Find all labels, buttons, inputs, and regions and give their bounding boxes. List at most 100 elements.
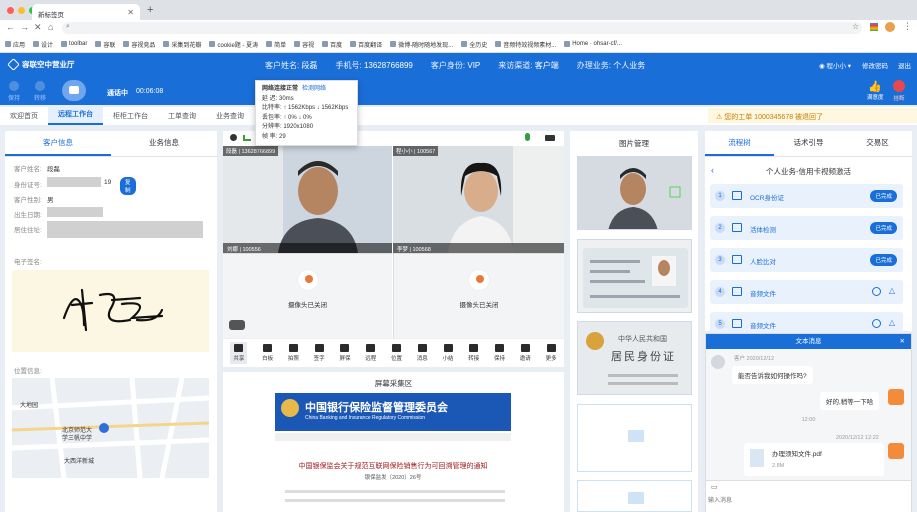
process-step[interactable]: 1 OCR身份证 已完成 xyxy=(710,184,903,208)
bookmark-item[interactable]: 容视 xyxy=(294,40,314,49)
tool-button[interactable]: 签字 xyxy=(314,344,325,362)
tool-button[interactable]: 共享 xyxy=(230,342,248,364)
tool-button[interactable]: 白板 xyxy=(262,344,273,362)
hangup-button[interactable]: 挂断 xyxy=(893,80,905,102)
forward-icon[interactable]: → xyxy=(20,22,29,32)
bookmark-icon xyxy=(5,41,11,47)
label: 客户姓名: xyxy=(265,61,300,70)
info-icon[interactable] xyxy=(230,134,237,141)
video-customer[interactable]: 程小小 | 100567 李梦 | 100568 xyxy=(393,146,564,253)
microphone-icon[interactable] xyxy=(525,133,530,141)
image-thumbnail-id-back[interactable]: 中华人民共和国 居民身份证 xyxy=(577,321,692,395)
tab-trade-area[interactable]: 交易区 xyxy=(843,131,912,156)
tool-button[interactable]: 邀请 xyxy=(520,344,531,362)
satisfaction-button[interactable]: 👍 满意度 xyxy=(867,80,884,101)
tab-business-info[interactable]: 业务信息 xyxy=(111,131,217,156)
tool-button[interactable]: 远程 xyxy=(365,344,376,362)
tool-button[interactable]: 消息 xyxy=(417,344,428,362)
minimize-window-dot[interactable] xyxy=(18,7,25,14)
workspace-tab[interactable]: 业务查询 xyxy=(206,111,254,125)
agent-avatar xyxy=(888,443,904,459)
tool-button[interactable]: 位置 xyxy=(391,344,402,362)
tool-button[interactable]: 屏保 xyxy=(339,344,350,362)
video-slot-camera-off[interactable]: 摄像头已关闭 xyxy=(223,253,392,338)
hold-button[interactable]: 保持 xyxy=(8,81,20,102)
star-icon[interactable]: ☆ xyxy=(852,22,859,31)
tool-button[interactable]: 小结 xyxy=(443,344,454,362)
tab-customer-info[interactable]: 客户信息 xyxy=(5,131,111,156)
alert-icon[interactable]: △ xyxy=(889,318,895,327)
bookmark-item[interactable]: 应用 xyxy=(5,40,25,49)
image-placeholder[interactable] xyxy=(577,480,692,512)
tool-label: 邀请 xyxy=(519,356,531,362)
bookmark-item[interactable]: 微博-随时随地发现... xyxy=(390,40,453,49)
video-slot-camera-off[interactable]: 摄像头已关闭 xyxy=(393,253,564,338)
bookmark-item[interactable]: cookie题 - 夏涛 xyxy=(209,40,258,49)
close-tab-icon[interactable]: ✕ xyxy=(127,8,134,17)
bookmark-item[interactable]: 采集到花瓣 xyxy=(163,40,201,49)
tab-script-guide[interactable]: 话术引导 xyxy=(774,131,843,156)
transfer-button[interactable]: 转移 xyxy=(34,81,46,102)
bookmark-label: 容视竞品 xyxy=(131,42,156,49)
image-thumbnail-id-front[interactable] xyxy=(577,239,692,313)
workspace-tab[interactable]: 柜柜工作台 xyxy=(103,111,158,125)
step-icon xyxy=(732,287,742,296)
bookmark-icon xyxy=(322,41,329,47)
image-thumbnail-face[interactable] xyxy=(577,156,692,230)
play-icon[interactable] xyxy=(872,319,881,328)
workspace-tab[interactable]: 远程工作台 xyxy=(48,105,103,125)
detect-network-link[interactable]: 检测网络 xyxy=(302,86,326,92)
bookmark-item[interactable]: 简单 xyxy=(266,40,286,49)
browser-tab[interactable]: 新标签页 ✕ xyxy=(32,4,140,21)
bookmark-item[interactable]: 音频特效视频素材... xyxy=(495,40,556,49)
tool-button[interactable]: 转接 xyxy=(468,344,479,362)
video-agent[interactable]: 段磊 | 13628766899 刘娜 | 100556 xyxy=(223,146,392,253)
image-placeholder[interactable] xyxy=(577,404,692,472)
extension-icon[interactable] xyxy=(870,23,878,31)
copy-button[interactable]: 复制 xyxy=(120,177,136,195)
bookmark-item[interactable]: 容视竞品 xyxy=(123,40,155,49)
reload-icon[interactable]: ✕ xyxy=(34,22,42,33)
workspace-tab[interactable]: 工单查询 xyxy=(158,111,206,125)
back-icon[interactable]: ← xyxy=(6,22,15,32)
bookmark-item[interactable]: 百度 xyxy=(322,40,342,49)
bookmark-item[interactable]: 百度翻译 xyxy=(350,40,382,49)
new-tab-button[interactable]: + xyxy=(147,4,153,16)
alert-icon[interactable]: △ xyxy=(889,286,895,295)
tool-button[interactable]: 保持 xyxy=(494,344,505,362)
signal-icon[interactable] xyxy=(243,135,251,141)
location-map[interactable]: 大地园 北京师范大 学三帆中学 大西洋新城 xyxy=(12,378,209,478)
close-window-dot[interactable] xyxy=(7,7,14,14)
process-step[interactable]: 3 人脸比对 已完成 xyxy=(710,248,903,272)
tool-button[interactable]: 拍照 xyxy=(288,344,299,362)
close-icon[interactable]: ✕ xyxy=(900,334,905,349)
home-icon[interactable]: ⌂ xyxy=(48,22,53,32)
play-icon[interactable] xyxy=(872,287,881,296)
tool-button[interactable]: 更多 xyxy=(546,344,557,362)
bookmark-label: 微博-随时随地发现... xyxy=(398,42,454,49)
camera-icon[interactable] xyxy=(545,135,555,141)
logout-link[interactable]: 退出 xyxy=(898,60,911,70)
process-step[interactable]: 4 音频文件 △ xyxy=(710,280,903,304)
browser-menu-icon[interactable]: ⋮ xyxy=(903,21,912,32)
change-password-link[interactable]: 修改密码 xyxy=(862,60,888,70)
bookmark-item[interactable]: 容联 xyxy=(95,40,115,49)
tab-process-tree[interactable]: 流程树 xyxy=(705,131,774,156)
bookmark-item[interactable]: toolbar xyxy=(61,41,87,47)
profile-avatar[interactable] xyxy=(885,22,895,32)
bookmark-item[interactable]: 设计 xyxy=(33,40,53,49)
bookmark-item[interactable]: 全历史 xyxy=(461,40,487,49)
process-step[interactable]: 2 活体检测 已完成 xyxy=(710,216,903,240)
chat-bubble-icon[interactable] xyxy=(229,320,245,330)
tool-label: 远程 xyxy=(365,356,377,362)
address-bar[interactable] xyxy=(62,22,862,34)
video-call-button[interactable] xyxy=(62,80,86,101)
ticket-warning[interactable]: ⚠ 您的工单 1000345678 被退回了 xyxy=(708,108,917,123)
file-message[interactable]: 办理须知文件.pdf 2.8M xyxy=(744,443,884,476)
chat-input[interactable] xyxy=(708,495,898,507)
workspace-tab[interactable]: 欢迎首页 xyxy=(0,111,48,125)
bookmark-item[interactable]: Home · ohsar-cf/... xyxy=(564,41,622,47)
folder-icon[interactable]: ▭ xyxy=(711,483,718,491)
user-menu[interactable]: ◉ 程小小 ▾ xyxy=(819,60,851,70)
hold-label: 保持 xyxy=(8,96,21,102)
